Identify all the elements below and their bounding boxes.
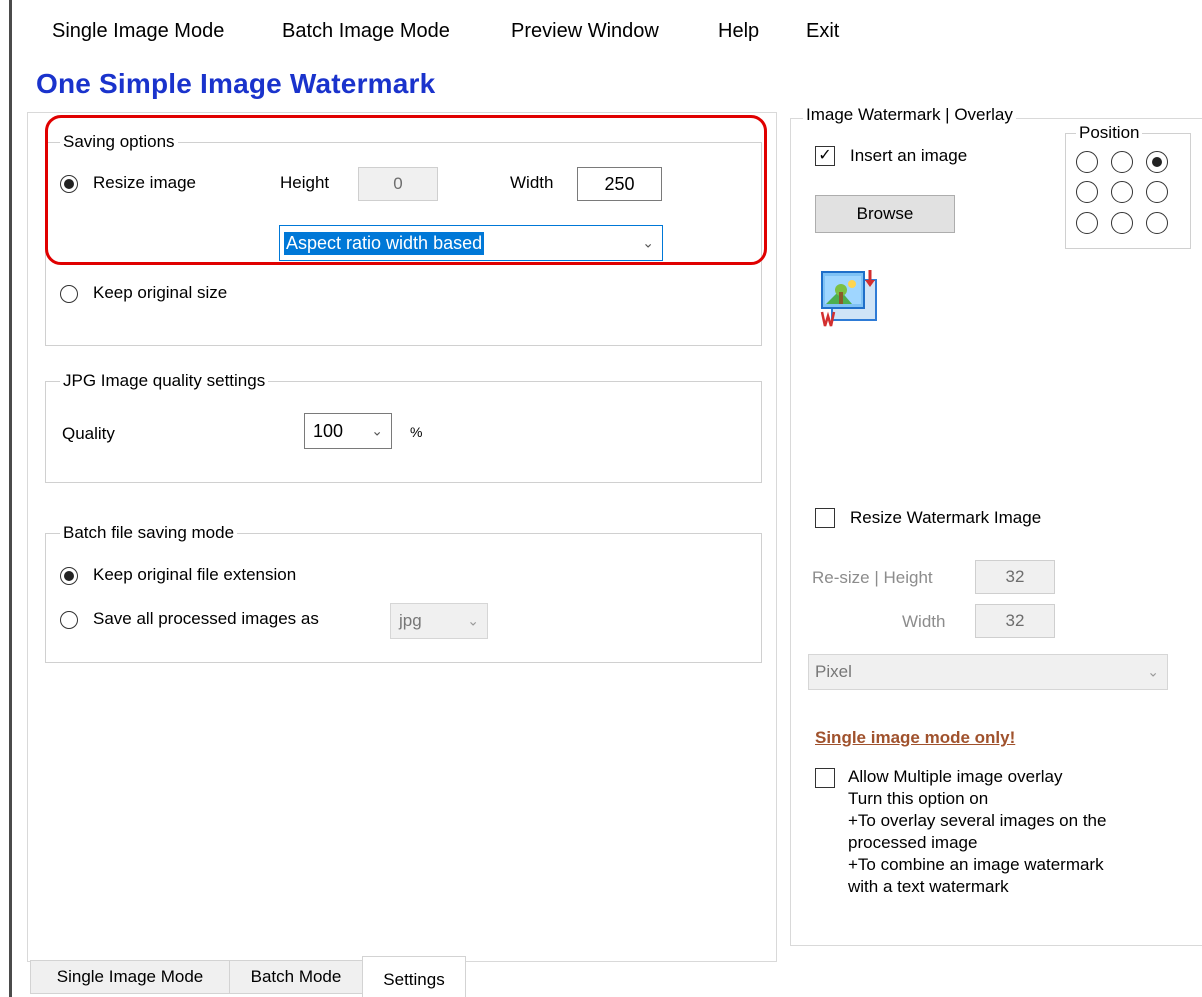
quality-label: Quality xyxy=(62,424,115,443)
resize-width-label: Width xyxy=(902,612,946,631)
menu-preview-window[interactable]: Preview Window xyxy=(511,20,659,43)
multiple-overlay-description: Turn this option on +To overlay several … xyxy=(848,788,1106,898)
tab-batch-mode[interactable]: Batch Mode xyxy=(229,960,363,994)
quality-value: 100 xyxy=(313,420,344,441)
position-bottom-center-radio[interactable] xyxy=(1111,211,1133,234)
position-top-right-radio[interactable] xyxy=(1146,151,1168,173)
menu-help[interactable]: Help xyxy=(718,20,759,43)
app-title: One Simple Image Watermark xyxy=(36,68,436,99)
position-bottom-right-radio[interactable] xyxy=(1146,211,1168,234)
watermark-image-icon xyxy=(818,268,880,330)
position-middle-center-radio[interactable] xyxy=(1111,181,1133,204)
position-middle-right-radio[interactable] xyxy=(1146,181,1168,204)
resize-height-label: Re-size | Height xyxy=(812,568,933,587)
unit-dropdown[interactable]: Pixel ⌄ xyxy=(808,654,1168,690)
single-mode-only-note: Single image mode only! xyxy=(815,728,1016,747)
browse-button[interactable]: Browse xyxy=(815,195,955,233)
keep-extension-label: Keep original file extension xyxy=(93,565,297,584)
tab-single-image-mode[interactable]: Single Image Mode xyxy=(30,960,230,994)
chevron-down-icon: ⌄ xyxy=(371,422,383,439)
menu-single-image-mode[interactable]: Single Image Mode xyxy=(52,20,224,43)
resize-height-field[interactable]: 32 xyxy=(975,560,1055,594)
batch-saving-group xyxy=(45,533,762,663)
chevron-down-icon: ⌄ xyxy=(1147,663,1159,680)
chevron-down-icon: ⌄ xyxy=(467,612,479,629)
resize-watermark-label: Resize Watermark Image xyxy=(850,508,1042,527)
save-all-as-radio[interactable] xyxy=(60,611,78,629)
format-dropdown[interactable]: jpg ⌄ xyxy=(390,603,488,639)
resize-watermark-checkbox[interactable] xyxy=(815,508,835,528)
highlight-annotation xyxy=(45,115,767,265)
batch-saving-legend: Batch file saving mode xyxy=(60,523,238,543)
position-middle-left-radio[interactable] xyxy=(1076,181,1098,204)
format-value: jpg xyxy=(399,611,422,630)
watermark-legend: Image Watermark | Overlay xyxy=(803,105,1016,125)
position-bottom-left-radio[interactable] xyxy=(1076,211,1098,234)
menu-exit[interactable]: Exit xyxy=(806,20,839,43)
resize-width-field[interactable]: 32 xyxy=(975,604,1055,638)
save-all-as-label: Save all processed images as xyxy=(93,609,319,628)
jpg-quality-legend: JPG Image quality settings xyxy=(60,371,269,391)
menu-batch-image-mode[interactable]: Batch Image Mode xyxy=(282,20,450,43)
keep-extension-radio[interactable] xyxy=(60,567,78,585)
position-top-left-radio[interactable] xyxy=(1076,151,1098,173)
keep-original-size-radio[interactable] xyxy=(60,285,78,303)
insert-image-checkbox[interactable]: ✓ xyxy=(815,146,835,166)
multiple-overlay-checkbox[interactable] xyxy=(815,768,835,788)
percent-label: % xyxy=(410,424,423,440)
keep-original-size-label: Keep original size xyxy=(93,283,228,302)
position-grid xyxy=(1076,151,1181,239)
insert-image-label: Insert an image xyxy=(850,146,968,165)
description-line: Turn this option on xyxy=(848,789,989,808)
description-line: with a text watermark xyxy=(848,877,1009,896)
description-line: +To overlay several images on the xyxy=(848,811,1107,830)
unit-value: Pixel xyxy=(815,662,852,681)
description-line: +To combine an image watermark xyxy=(848,855,1104,874)
quality-dropdown[interactable]: 100 ⌄ xyxy=(304,413,392,449)
jpg-quality-group xyxy=(45,381,762,483)
tab-settings[interactable]: Settings xyxy=(362,956,466,997)
multiple-overlay-label: Allow Multiple image overlay xyxy=(848,767,1063,786)
position-legend: Position xyxy=(1076,123,1143,143)
position-top-center-radio[interactable] xyxy=(1111,151,1133,173)
window-left-edge xyxy=(9,0,12,997)
description-line: processed image xyxy=(848,833,978,852)
